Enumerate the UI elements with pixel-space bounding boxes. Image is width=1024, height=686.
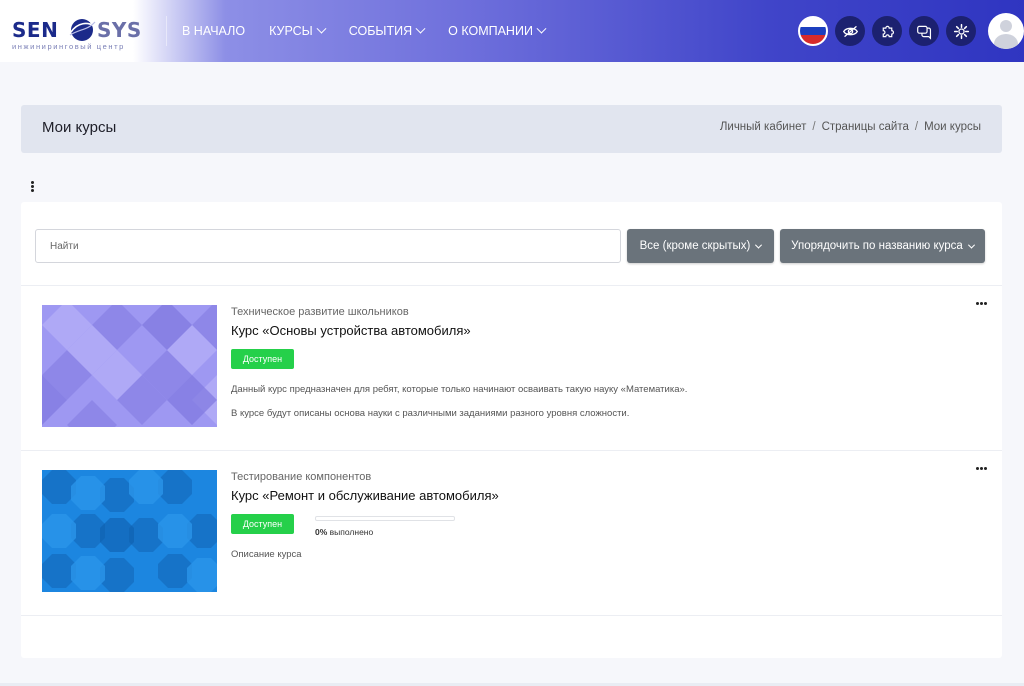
course-progress-bar bbox=[315, 516, 455, 521]
course-more-actions-icon[interactable] bbox=[976, 467, 987, 470]
course-thumbnail[interactable] bbox=[42, 470, 217, 592]
my-courses-card: Все (кроме скрытых) Упорядочить по назва… bbox=[21, 202, 1002, 658]
course-description-line: Описание курса bbox=[231, 549, 302, 560]
status-badge: Доступен bbox=[231, 514, 294, 534]
nav-divider bbox=[166, 16, 167, 46]
course-name-link[interactable]: Курс «Основы устройства автомобиля» bbox=[231, 323, 471, 338]
chevron-down-icon bbox=[967, 241, 975, 249]
chevron-down-icon bbox=[755, 241, 763, 249]
nav-item-label: О КОМПАНИИ bbox=[448, 24, 533, 38]
progress-value: 0% bbox=[315, 527, 328, 537]
course-item: Тестирование компонентов Курс «Ремонт и … bbox=[21, 451, 1002, 615]
progress-label: выполнено bbox=[327, 527, 374, 537]
chevron-down-icon bbox=[536, 23, 547, 34]
grouping-label: Все (кроме скрытых) bbox=[639, 240, 751, 252]
messages-button[interactable] bbox=[909, 16, 939, 46]
nav-item-events[interactable]: СОБЫТИЯ bbox=[348, 23, 426, 38]
flag-stripe-white bbox=[800, 18, 826, 27]
course-category: Техническое развитие школьников bbox=[231, 306, 409, 318]
logo-word-left: SEN bbox=[12, 18, 59, 42]
course-name-link[interactable]: Курс «Ремонт и обслуживание автомобиля» bbox=[231, 488, 499, 503]
chat-icon bbox=[916, 25, 931, 40]
course-description-line: Данный курс предназначен для ребят, кото… bbox=[231, 384, 688, 395]
chevron-down-icon bbox=[316, 23, 327, 34]
settings-button[interactable] bbox=[946, 16, 976, 46]
logo-globe-icon bbox=[69, 19, 96, 41]
course-pattern-image bbox=[42, 305, 217, 427]
breadcrumb-site-pages[interactable]: Страницы сайта bbox=[822, 121, 909, 133]
sort-label: Упорядочить по названию курса bbox=[791, 240, 963, 252]
sensys-logo[interactable]: SEN SYS инжиниринговый центр bbox=[12, 12, 152, 52]
nav-item-label: СОБЫТИЯ bbox=[348, 24, 413, 38]
nav-item-courses[interactable]: КУРСЫ bbox=[269, 23, 327, 38]
gear-icon bbox=[953, 23, 969, 39]
plugin-button[interactable] bbox=[872, 16, 902, 46]
breadcrumb-separator: / bbox=[812, 121, 816, 133]
grouping-dropdown[interactable]: Все (кроме скрытых) bbox=[627, 229, 774, 263]
flag-stripe-red bbox=[800, 35, 826, 44]
nav-item-label: В НАЧАЛО bbox=[182, 24, 246, 38]
course-item: Техническое развитие школьников Курс «Ос… bbox=[21, 286, 1002, 450]
breadcrumb-my-courses[interactable]: Мои курсы bbox=[924, 121, 981, 133]
list-divider bbox=[21, 615, 1002, 616]
avatar-body bbox=[994, 34, 1018, 49]
sort-dropdown[interactable]: Упорядочить по названию курса bbox=[780, 229, 985, 263]
logo-word-right: SYS bbox=[97, 18, 142, 42]
course-category: Тестирование компонентов bbox=[231, 471, 372, 483]
nav-item-home[interactable]: В НАЧАЛО bbox=[182, 24, 245, 38]
user-avatar[interactable] bbox=[988, 13, 1024, 49]
nav-icon-bar bbox=[798, 0, 1024, 62]
nav-item-label: КУРСЫ bbox=[269, 24, 313, 38]
nav-item-about[interactable]: О КОМПАНИИ bbox=[448, 23, 547, 38]
puzzle-icon bbox=[882, 25, 894, 37]
russia-flag-icon[interactable] bbox=[798, 16, 828, 46]
avatar-head bbox=[1000, 20, 1012, 32]
search-input[interactable] bbox=[35, 229, 621, 263]
status-badge: Доступен bbox=[231, 349, 294, 369]
top-navbar: SEN SYS инжиниринговый центр В НАЧАЛО КУ… bbox=[0, 0, 1024, 62]
course-more-actions-icon[interactable] bbox=[976, 302, 987, 305]
page-header: Мои курсы Личный кабинет / Страницы сайт… bbox=[21, 105, 1002, 153]
accessibility-button[interactable] bbox=[835, 16, 865, 46]
logo-subtitle: инжиниринговый центр bbox=[12, 42, 125, 51]
course-thumbnail[interactable] bbox=[42, 305, 217, 427]
progress-text: 0% выполнено bbox=[315, 527, 373, 537]
block-actions-kebab-icon[interactable] bbox=[30, 181, 36, 193]
eye-slash-icon bbox=[842, 25, 858, 37]
page-title: Мои курсы bbox=[42, 119, 117, 136]
course-pattern-image bbox=[42, 470, 217, 592]
flag-stripe-blue bbox=[800, 26, 826, 36]
course-description-line: В курсе будут описаны основа науки с раз… bbox=[231, 408, 630, 419]
breadcrumb: Личный кабинет / Страницы сайта / Мои ку… bbox=[720, 121, 981, 133]
breadcrumb-dashboard[interactable]: Личный кабинет bbox=[720, 121, 807, 133]
chevron-down-icon bbox=[415, 23, 426, 34]
breadcrumb-separator: / bbox=[914, 121, 919, 133]
main-menu: В НАЧАЛО КУРСЫ СОБЫТИЯ О КОМПАНИИ bbox=[182, 0, 547, 62]
